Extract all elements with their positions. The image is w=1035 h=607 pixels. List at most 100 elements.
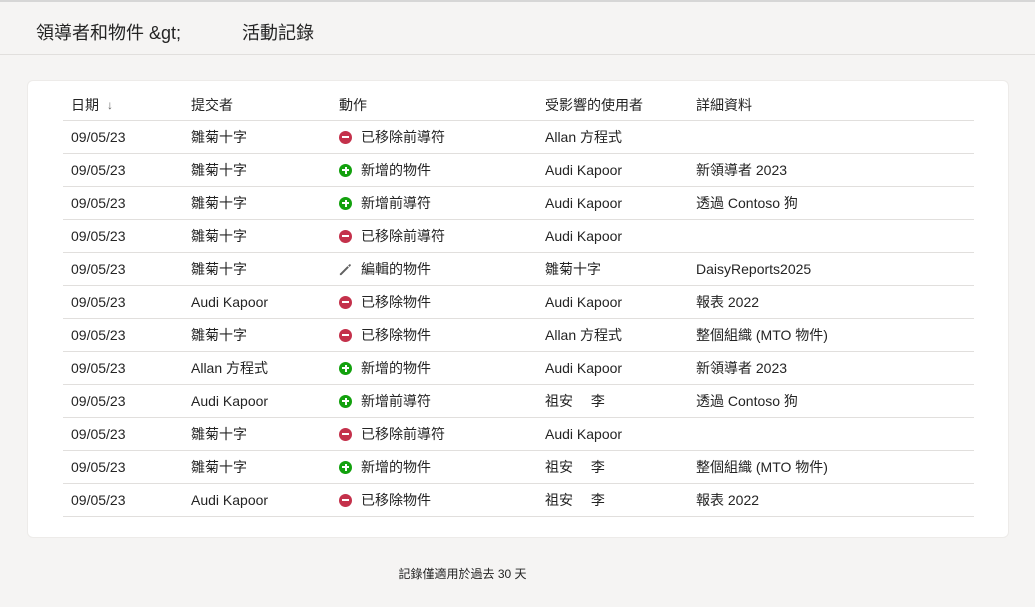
cell-action-text: 新增的物件 (361, 360, 431, 376)
column-header-date[interactable]: 日期 ↓ (71, 89, 181, 120)
column-header-date-label: 日期 (71, 96, 99, 113)
cell-action: 已移除前導符 (339, 418, 539, 450)
cell-submitter: 雛菊十字 (191, 451, 331, 483)
cell-action: 已移除物件 (339, 319, 539, 351)
added-icon (339, 196, 352, 210)
edit-icon (339, 262, 353, 277)
removed-icon (339, 295, 352, 309)
cell-date: 09/05/23 (71, 220, 181, 252)
cell-details: 新領導者 2023 (696, 352, 966, 384)
cell-action: 已移除前導符 (339, 121, 539, 153)
cell-submitter: 雛菊十字 (191, 187, 331, 219)
cell-date: 09/05/23 (71, 484, 181, 516)
cell-date-text: 09/05/23 (71, 228, 126, 244)
cell-submitter-text: Audi Kapoor (191, 294, 269, 310)
cell-date: 09/05/23 (71, 385, 181, 417)
cell-date-text: 09/05/23 (71, 360, 126, 376)
table-body: 09/05/23 雛菊十字 已移除前導符 Allan 方程式 09/05/23 雛菊十字新… (63, 121, 974, 517)
added-icon (339, 361, 352, 375)
cell-submitter: 雛菊十字 (191, 121, 331, 153)
cell-date: 09/05/23 (71, 352, 181, 384)
column-header-action[interactable]: 動作 (339, 89, 539, 120)
cell-submitter: Audi Kapoor (191, 484, 331, 516)
table-row[interactable]: 09/05/23 Audi Kapoor 已移除物件 祖安 李 報表 2022 (63, 484, 974, 517)
cell-affected-user: Allan 方程式 (545, 319, 695, 351)
added-icon (339, 163, 352, 177)
cell-date: 09/05/23 (71, 253, 181, 285)
cell-affected-user-text: Allan 方程式 (545, 327, 623, 343)
page-header: 領導者和物件 &gt; 活動記錄 (0, 2, 1035, 55)
table-row[interactable]: 09/05/23 雛菊十字 新增的物件 祖安 李 整個組織 (MTO 物件) (63, 451, 974, 484)
cell-date: 09/05/23 (71, 121, 181, 153)
cell-date: 09/05/23 (71, 418, 181, 450)
cell-affected-user-text: Audi Kapoor (545, 228, 623, 244)
added-icon (339, 394, 352, 408)
cell-affected-user-text: Audi Kapoor (545, 426, 623, 442)
cell-date: 09/05/23 (71, 154, 181, 186)
table-row[interactable]: 09/05/23 Audi Kapoor 新增前導符 祖安 李 透過 Contoso 狗 (63, 385, 974, 418)
table-row[interactable]: 09/05/23 雛菊十字 編輯的物件 雛菊十字 DaisyReports2025 (63, 253, 974, 286)
cell-affected-user: Allan 方程式 (545, 121, 695, 153)
cell-date-text: 09/05/23 (71, 393, 126, 409)
cell-affected-user-text: 祖安 李 (545, 492, 605, 508)
cell-date: 09/05/23 (71, 187, 181, 219)
activity-log-card: 日期 ↓ 提交者 動作 受影響的使用者 詳細資料 09/05/23 雛菊十字 已移除… (27, 80, 1009, 538)
cell-affected-user: 祖安 李 (545, 451, 695, 483)
cell-details-text: 透過 Contoso 狗 (696, 393, 798, 409)
table-row[interactable]: 09/05/23 Allan 方程式 新增的物件 Audi Kapoor 新領導者 20… (63, 352, 974, 385)
cell-affected-user-text: 祖安 李 (545, 393, 605, 409)
cell-details: 整個組織 (MTO 物件) (696, 451, 966, 483)
cell-details: 透過 Contoso 狗 (696, 187, 966, 219)
removed-icon (339, 427, 352, 441)
cell-details (696, 418, 966, 450)
cell-action-text: 已移除前導符 (361, 129, 445, 145)
cell-details-text: 報表 2022 (696, 294, 760, 310)
cell-affected-user-text: 祖安 李 (545, 459, 605, 475)
cell-affected-user-text: Audi Kapoor (545, 360, 623, 376)
cell-submitter-text: 雛菊十字 (191, 426, 247, 442)
table-row[interactable]: 09/05/23 雛菊十字 已移除前導符 Allan 方程式 (63, 121, 974, 154)
sort-descending-icon: ↓ (107, 97, 113, 112)
cell-details: 報表 2022 (696, 484, 966, 516)
cell-action: 新增前導符 (339, 187, 539, 219)
cell-details-text: DaisyReports2025 (696, 261, 812, 277)
cell-date-text: 09/05/23 (71, 426, 126, 442)
cell-submitter-text: 雛菊十字 (191, 459, 247, 475)
table-row[interactable]: 09/05/23 雛菊十字 新增前導符 Audi Kapoor 透過 Contoso 狗 (63, 187, 974, 220)
breadcrumb-current: 活動記錄 (242, 23, 314, 43)
table-row[interactable]: 09/05/23 雛菊十字 已移除前導符 Audi Kapoor (63, 418, 974, 451)
table-row[interactable]: 09/05/23 雛菊十字 已移除前導符 Audi Kapoor (63, 220, 974, 253)
cell-action-text: 新增前導符 (361, 195, 431, 211)
cell-affected-user: Audi Kapoor (545, 154, 695, 186)
cell-affected-user-text: Audi Kapoor (545, 162, 623, 178)
cell-details (696, 220, 966, 252)
cell-submitter-text: Audi Kapoor (191, 492, 269, 508)
cell-submitter-text: 雛菊十字 (191, 228, 247, 244)
column-header-submitter[interactable]: 提交者 (191, 89, 331, 120)
cell-action-text: 新增的物件 (361, 459, 431, 475)
retention-note: 記錄僅適用於過去 30 天 (398, 567, 527, 581)
removed-icon (339, 229, 352, 243)
cell-action: 編輯的物件 (339, 253, 539, 285)
cell-details-text: 整個組織 (MTO 物件) (696, 459, 828, 475)
column-header-affected-user[interactable]: 受影響的使用者 (545, 89, 695, 120)
cell-submitter-text: 雛菊十字 (191, 261, 247, 277)
table-row[interactable]: 09/05/23 雛菊十字 已移除物件 Allan 方程式 整個組織 (MTO 物件) (63, 319, 974, 352)
cell-submitter: 雛菊十字 (191, 418, 331, 450)
cell-details-text: 新領導者 2023 (696, 360, 788, 376)
column-header-action-label: 動作 (339, 96, 367, 113)
column-header-submitter-label: 提交者 (191, 96, 233, 113)
cell-submitter-text: 雛菊十字 (191, 162, 247, 178)
cell-date-text: 09/05/23 (71, 327, 126, 343)
table-row[interactable]: 09/05/23 雛菊十字 新增的物件 Audi Kapoor 新領導者 2023 (63, 154, 974, 187)
cell-date-text: 09/05/23 (71, 261, 126, 277)
cell-details: 整個組織 (MTO 物件) (696, 319, 966, 351)
cell-action-text: 新增的物件 (361, 162, 431, 178)
table-row[interactable]: 09/05/23 Audi Kapoor 已移除物件 Audi Kapoor 報表 20… (63, 286, 974, 319)
column-header-details[interactable]: 詳細資料 (696, 89, 966, 120)
cell-date-text: 09/05/23 (71, 459, 126, 475)
cell-submitter-text: 雛菊十字 (191, 195, 247, 211)
cell-details-text: 報表 2022 (696, 492, 760, 508)
breadcrumb-root-link[interactable]: 領導者和物件 &gt; (36, 19, 181, 45)
removed-icon (339, 328, 352, 342)
